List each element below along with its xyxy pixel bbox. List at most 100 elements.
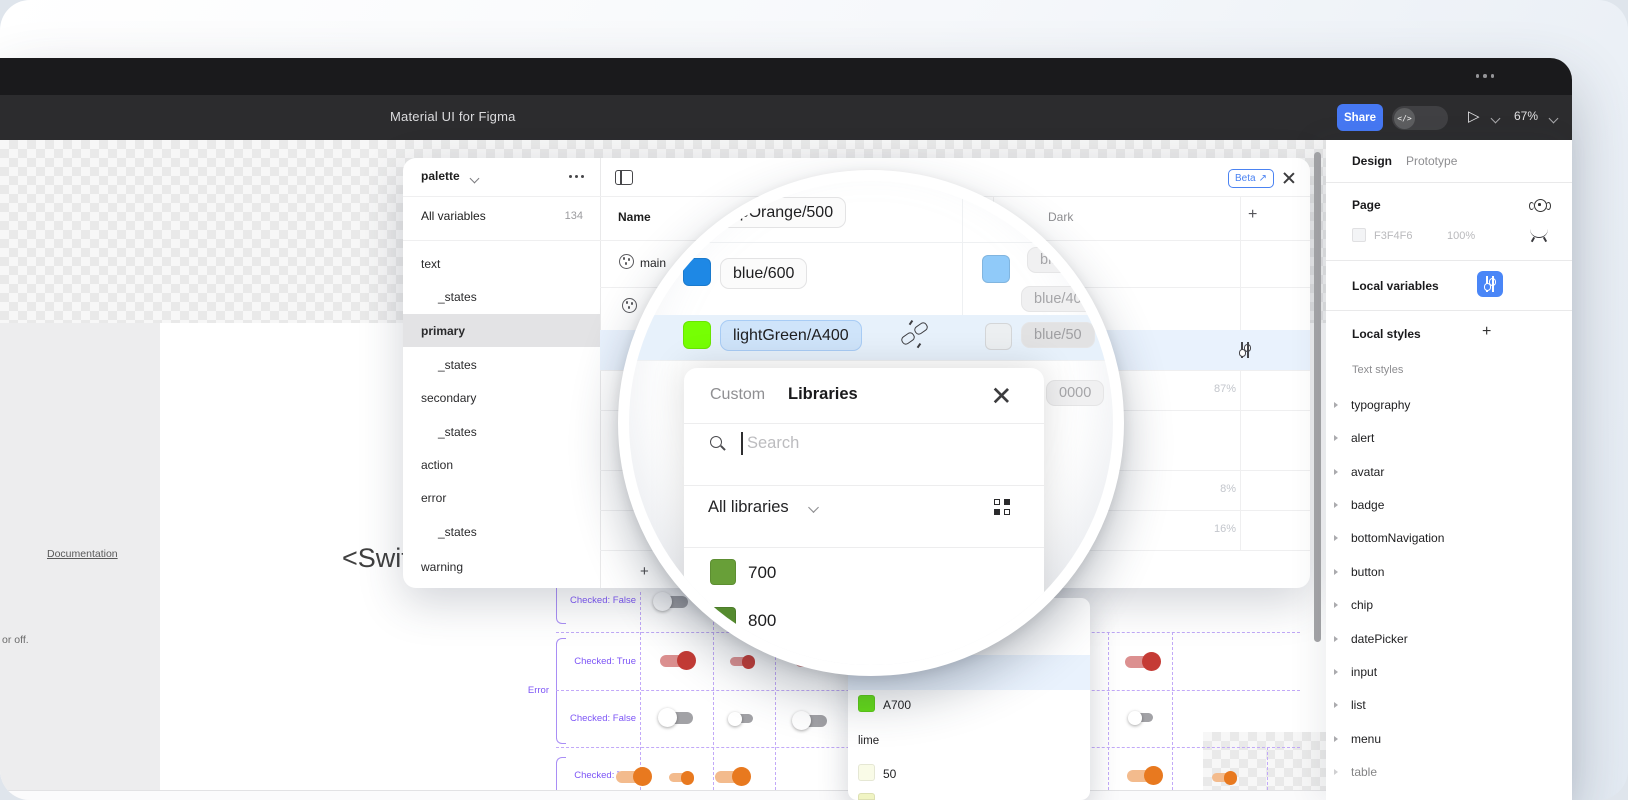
caret-right-icon [1334,702,1338,708]
color-swatch[interactable] [683,258,711,286]
color-swatch[interactable] [985,323,1012,350]
switch-toggle[interactable] [1126,766,1162,786]
library-item-800[interactable]: 800 [748,611,776,631]
page-opacity-value[interactable]: 100% [1447,230,1475,242]
text-style-bottomNavigation[interactable]: bottomNavigation [1326,521,1572,554]
present-play-icon[interactable]: ▷ [1468,107,1480,125]
hide-eye-icon[interactable] [1530,227,1548,238]
text-style-avatar[interactable]: avatar [1326,455,1572,488]
page-color-swatch[interactable] [1352,228,1366,242]
open-variables-button[interactable] [1477,271,1503,297]
text-style-alert[interactable]: alert [1326,421,1572,454]
grid-view-icon[interactable] [994,499,1010,515]
caret-right-icon [1334,402,1338,408]
beta-badge[interactable]: Beta↗ [1228,169,1274,188]
chevron-down-icon[interactable] [1549,114,1559,124]
close-icon[interactable] [1282,171,1296,185]
group-item-text[interactable]: text [403,247,600,280]
tab-custom[interactable]: Custom [710,386,765,404]
figma-toolbar: Material UI for Figma Share </> ▷ 67% [0,95,1572,140]
switch-toggle[interactable] [714,767,750,787]
text-style-button[interactable]: button [1326,555,1572,588]
local-styles-label: Local styles [1352,327,1421,341]
layout-grid-line [1108,632,1109,800]
add-mode-button[interactable]: + [1248,206,1257,224]
share-button[interactable]: Share [1337,104,1383,131]
library-group-lime: lime [858,735,879,747]
text-style-datePicker[interactable]: datePicker [1326,622,1572,655]
tab-design[interactable]: Design [1352,154,1392,168]
variable-chip[interactable]: blue/600 [720,258,807,289]
page-settings-icon[interactable] [1530,198,1550,212]
toggle-sidebar-icon[interactable] [615,170,633,185]
switch-toggle[interactable] [729,711,754,726]
documentation-link[interactable]: Documentation [47,548,118,560]
collection-selector[interactable]: palette [421,169,460,183]
text-style-badge[interactable]: badge [1326,488,1572,521]
caret-right-icon [1334,669,1338,675]
dev-mode-toggle[interactable]: </> [1392,106,1448,130]
caret-right-icon [1334,535,1338,541]
file-title[interactable]: Material UI for Figma [390,109,516,124]
documentation-frame: Documentation or off. [0,323,160,800]
switch-toggle[interactable] [668,770,693,785]
search-icon [710,436,722,448]
text-style-chip[interactable]: chip [1326,588,1572,621]
switch-toggle[interactable] [615,767,651,787]
switch-toggle[interactable] [1129,710,1154,725]
variable-chip-dark[interactable]: blue/50 [1021,322,1095,348]
zoom-level[interactable]: 67% [1514,109,1538,123]
group-item-states[interactable]: _states [403,515,600,548]
group-item-error[interactable]: error [403,481,600,514]
variables-sidebar: palette All variables 134 text _states p… [403,158,601,588]
switch-toggle[interactable] [793,711,829,731]
canvas-scrollbar[interactable] [1314,152,1321,642]
color-swatch [710,559,736,585]
add-style-button[interactable]: + [1482,323,1491,341]
tab-libraries[interactable]: Libraries [788,385,858,404]
group-item-secondary[interactable]: secondary [403,381,600,414]
add-variable-button[interactable]: + [640,563,649,580]
switch-toggle[interactable] [1124,652,1160,672]
group-item-states[interactable]: _states [403,280,600,313]
library-filter-dropdown[interactable]: All libraries [708,498,789,517]
variable-chip-dark[interactable]: blue/400 [1021,286,1103,312]
caret-right-icon [1334,602,1338,608]
text-style-input[interactable]: input [1326,655,1572,688]
variable-chip[interactable]: deepOrange/500 [700,197,846,228]
library-item-a700[interactable]: A700 [883,698,911,712]
error-group-label: Error [513,685,549,696]
row-adjust-icon[interactable] [1238,342,1252,358]
group-item-states[interactable]: _states [403,348,600,381]
page-section-label: Page [1352,198,1381,212]
selected-variable-chip[interactable]: lightGreen/A400 [720,320,862,351]
group-item-action[interactable]: action [403,448,600,481]
search-input[interactable]: Search [747,434,799,453]
text-style-menu[interactable]: menu [1326,722,1572,755]
window-menu-icon[interactable] [1476,74,1495,78]
opacity-value: 16% [1196,523,1236,535]
color-swatch[interactable] [982,255,1010,283]
variable-chip-dark[interactable]: blue/200 [1027,247,1109,273]
library-item-700[interactable]: 700 [748,563,776,583]
more-menu-icon[interactable] [569,175,584,178]
variable-name[interactable]: main [640,256,666,270]
group-item-primary[interactable]: primary [403,314,600,347]
switch-toggle[interactable] [659,708,695,728]
text-style-typography[interactable]: typography [1326,388,1572,421]
tab-prototype[interactable]: Prototype [1406,154,1457,168]
all-variables-item[interactable]: All variables [421,209,486,223]
group-item-warning[interactable]: warning [403,550,600,583]
text-style-list[interactable]: list [1326,688,1572,721]
close-icon[interactable] [992,386,1011,405]
library-item-50[interactable]: 50 [883,767,896,781]
group-item-states[interactable]: _states [403,415,600,448]
variant-label: Checked: False [570,713,636,724]
detach-link-icon[interactable] [901,320,929,348]
page-color-value[interactable]: F3F4F6 [1374,230,1413,242]
color-swatch[interactable] [683,321,711,349]
switch-toggle[interactable] [1211,770,1236,785]
design-panel: Design Prototype Page F3F4F6 100% Local … [1326,140,1572,800]
text-style-table[interactable]: table [1326,755,1572,788]
chevron-down-icon[interactable] [1491,114,1501,124]
